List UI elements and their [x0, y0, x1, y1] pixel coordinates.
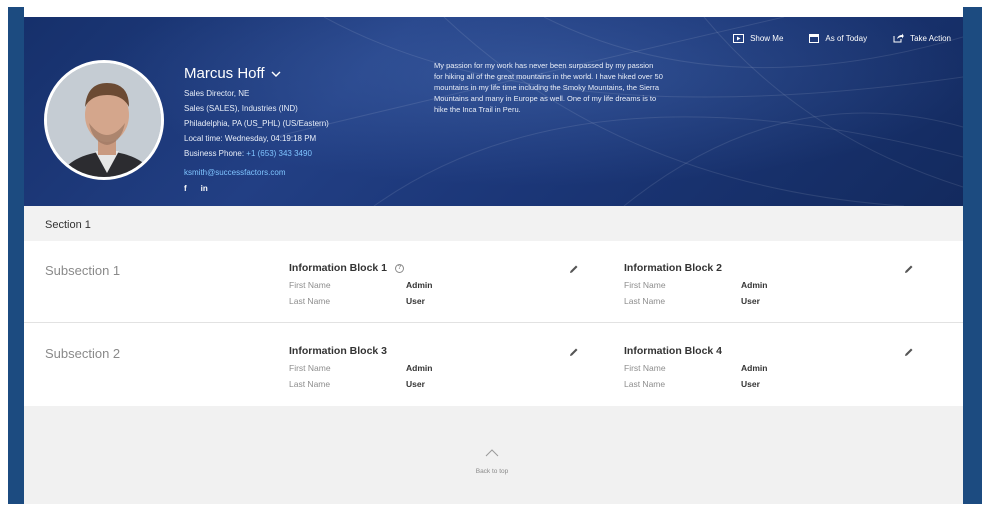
- field-value: Admin: [406, 363, 433, 373]
- field-label: Last Name: [624, 379, 666, 389]
- block-title-row: Information Block 2: [624, 262, 914, 274]
- left-frame-bar: [8, 7, 24, 504]
- field-last-name: Last Name User: [624, 296, 914, 306]
- section-header: Section 1: [24, 206, 963, 241]
- field-label: Last Name: [624, 296, 666, 306]
- information-block-1: Information Block 1 ? First Name Admin L…: [289, 262, 579, 322]
- field-value: User: [741, 296, 760, 306]
- field-label: Last Name: [289, 379, 331, 389]
- show-me-icon: [733, 33, 745, 43]
- take-action-button[interactable]: Take Action: [893, 33, 951, 43]
- profile-local-time: Local time: Wednesday, 04:19:18 PM: [184, 134, 317, 143]
- field-label: First Name: [289, 363, 331, 373]
- as-of-today-button[interactable]: As of Today: [809, 33, 867, 43]
- profile-details: Marcus Hoff Sales Director, NE Sales (SA…: [184, 65, 329, 193]
- block-title: Information Block 3: [289, 345, 388, 357]
- field-value: User: [406, 296, 425, 306]
- show-me-label: Show Me: [750, 33, 784, 43]
- field-last-name: Last Name User: [289, 379, 579, 389]
- information-block-2: Information Block 2 First Name Admin Las…: [624, 262, 914, 322]
- show-me-button[interactable]: Show Me: [733, 33, 783, 43]
- field-value: Admin: [741, 280, 768, 290]
- block-title: Information Block 2: [624, 262, 723, 274]
- back-to-top-label: Back to top: [475, 468, 509, 475]
- edit-pencil-icon[interactable]: [904, 261, 914, 279]
- edit-pencil-icon[interactable]: [904, 344, 914, 362]
- subsection-1: Subsection 1 Information Block 1 ? First…: [24, 241, 963, 323]
- profile-location: Philadelphia, PA (US_PHL) (US/Eastern): [184, 119, 329, 128]
- block-title: Information Block 4: [624, 345, 723, 357]
- linkedin-icon[interactable]: in: [201, 184, 208, 193]
- field-value: User: [741, 379, 760, 389]
- help-icon[interactable]: ?: [395, 263, 405, 273]
- field-first-name: First Name Admin: [624, 280, 914, 290]
- right-frame-bar: [963, 7, 982, 504]
- chevron-down-icon[interactable]: [271, 69, 281, 81]
- take-action-label: Take Action: [910, 33, 951, 43]
- field-value: User: [406, 379, 425, 389]
- field-last-name: Last Name User: [624, 379, 914, 389]
- header-actions: Show Me As of Today Take Action: [733, 33, 951, 43]
- take-action-icon: [893, 33, 904, 43]
- subsection-title: Subsection 2: [45, 346, 121, 361]
- subsection-2: Subsection 2 Information Block 3 First N…: [24, 324, 963, 406]
- edit-pencil-icon[interactable]: [569, 261, 579, 279]
- page-footer: Back to top: [24, 406, 963, 504]
- field-first-name: First Name Admin: [289, 280, 579, 290]
- information-block-3: Information Block 3 First Name Admin Las…: [289, 345, 579, 405]
- profile-job-title: Sales Director, NE: [184, 89, 250, 98]
- profile-bio: My passion for my work has never been su…: [434, 61, 663, 114]
- facebook-icon[interactable]: f: [184, 184, 187, 193]
- email-link[interactable]: ksmith@successfactors.com: [184, 165, 329, 180]
- field-value: Admin: [741, 363, 768, 373]
- block-title: Information Block 1: [289, 262, 388, 274]
- field-label: First Name: [289, 280, 331, 290]
- field-last-name: Last Name User: [289, 296, 579, 306]
- profile-phone-row: Business Phone: +1 (653) 343 3490: [184, 146, 329, 161]
- block-title-row: Information Block 3: [289, 345, 579, 357]
- social-links: f in: [184, 184, 329, 193]
- block-title-row: Information Block 1 ?: [289, 262, 579, 274]
- field-label: First Name: [624, 363, 666, 373]
- field-label: First Name: [624, 280, 666, 290]
- back-to-top-button[interactable]: Back to top: [464, 444, 520, 475]
- profile-name-menu[interactable]: Marcus Hoff: [184, 65, 329, 82]
- as-of-today-label: As of Today: [825, 33, 868, 43]
- profile-department: Sales (SALES), Industries (IND): [184, 104, 298, 113]
- calendar-icon: [809, 34, 820, 43]
- information-block-4: Information Block 4 First Name Admin Las…: [624, 345, 914, 405]
- edit-pencil-icon[interactable]: [569, 344, 579, 362]
- phone-label: Business Phone:: [184, 149, 245, 158]
- field-value: Admin: [406, 280, 433, 290]
- avatar[interactable]: [44, 60, 164, 180]
- profile-name[interactable]: Marcus Hoff: [184, 65, 265, 82]
- field-first-name: First Name Admin: [624, 363, 914, 373]
- profile-header: Marcus Hoff Sales Director, NE Sales (SA…: [24, 17, 963, 206]
- field-label: Last Name: [289, 296, 331, 306]
- block-title-row: Information Block 4: [624, 345, 914, 357]
- phone-link[interactable]: +1 (653) 343 3490: [246, 149, 312, 158]
- field-first-name: First Name Admin: [289, 363, 579, 373]
- section-title: Section 1: [45, 219, 91, 231]
- chevron-up-icon: [485, 449, 499, 457]
- subsection-title: Subsection 1: [45, 263, 121, 278]
